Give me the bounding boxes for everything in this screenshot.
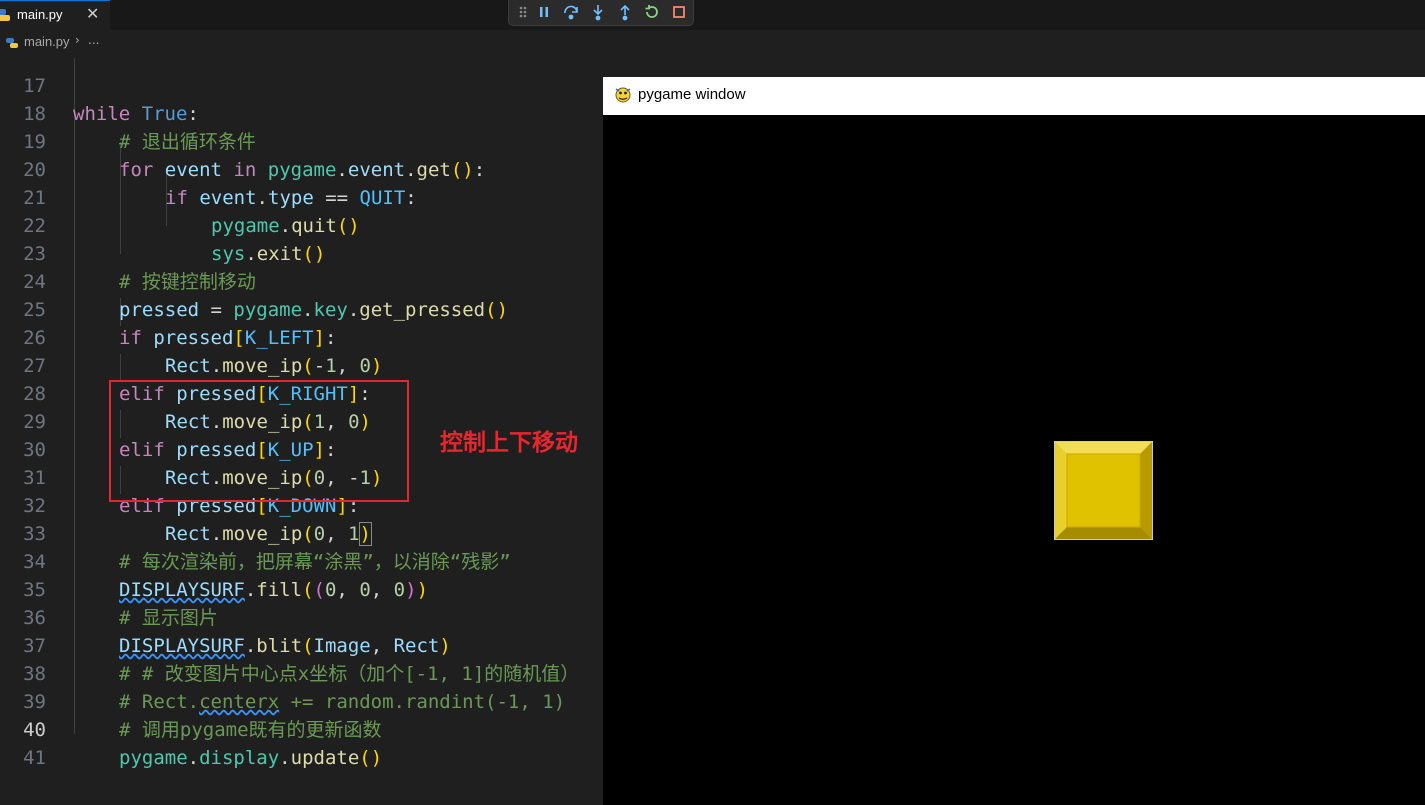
step-into-icon[interactable]	[589, 3, 607, 21]
code-line: 26 Rect.move_ip(-1, 0)	[0, 296, 603, 377]
line-number: 41	[23, 747, 46, 769]
annotation-label: 控制上下移动	[440, 430, 578, 456]
tab-bar: main.py ✕	[0, 0, 1425, 30]
code-line: 28 Rect.move_ip(1, 0)	[0, 352, 603, 433]
pygame-window-title: pygame window	[638, 86, 746, 103]
code-line: 39 # 调用pygame既有的更新函数	[0, 660, 603, 741]
code-line: 23 # 按键控制移动	[0, 212, 603, 293]
step-out-icon[interactable]	[616, 3, 634, 21]
code-line: 17 while True:	[0, 44, 603, 125]
code-line: 37 # # 改变图片中心点x坐标（加个[-1, 1]的随机值）	[0, 604, 603, 685]
pygame-snake-icon	[613, 85, 633, 105]
tab-close-icon[interactable]: ✕	[86, 4, 99, 23]
python-file-icon	[0, 7, 12, 21]
tab-main-py[interactable]: main.py ✕	[0, 0, 110, 30]
code-line: 41	[0, 716, 603, 769]
debug-toolbar	[508, 0, 694, 26]
step-over-icon[interactable]	[562, 3, 580, 21]
pygame-canvas[interactable]	[603, 115, 1425, 805]
code-line: 36 DISPLAYSURF.blit(Image, Rect)	[0, 576, 603, 657]
code-line: 20 if event.type == QUIT:	[0, 128, 603, 209]
stop-icon[interactable]	[670, 3, 688, 21]
code-line: 22 sys.exit()	[0, 184, 603, 265]
drag-handle-icon[interactable]	[515, 3, 533, 21]
pygame-window[interactable]: pygame window	[603, 77, 1425, 805]
code-line: 21 pygame.quit()	[0, 156, 603, 237]
code-line: 27 elif pressed[K_RIGHT]:	[0, 324, 603, 405]
code-line: 34 DISPLAYSURF.fill((0, 0, 0))	[0, 520, 603, 601]
restart-icon[interactable]	[643, 3, 661, 21]
code-line: 25 if pressed[K_LEFT]:	[0, 268, 603, 349]
code-line: 24 pressed = pygame.key.get_pressed()	[0, 240, 603, 321]
code-line: 18 # 退出循环条件	[0, 72, 603, 153]
code-line: 35 # 显示图片	[0, 548, 603, 629]
line-code: pygame.display.update()	[119, 747, 383, 769]
code-line: 40 pygame.display.update()	[0, 688, 603, 769]
annotation-highlight-box	[109, 380, 409, 502]
pause-icon[interactable]	[535, 3, 553, 21]
yellow-block-sprite	[1054, 441, 1153, 540]
tab-label: main.py	[17, 7, 63, 22]
pygame-titlebar[interactable]: pygame window	[603, 77, 1425, 115]
code-line: 38 # Rect.centerx += random.randint(-1, …	[0, 632, 603, 713]
code-line: 19 for event in pygame.event.get():	[0, 100, 603, 181]
